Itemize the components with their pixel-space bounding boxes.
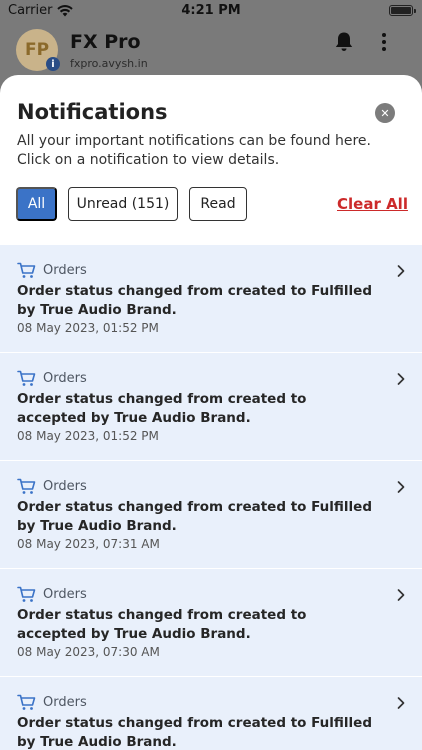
notification-title: Order status changed from created to Ful… bbox=[17, 715, 372, 750]
app-title: FX Pro bbox=[70, 31, 141, 53]
notification-item[interactable]: Orders Order status changed from created… bbox=[0, 353, 422, 461]
app-domain: fxpro.avysh.in bbox=[70, 57, 148, 70]
notification-list: Orders Order status changed from created… bbox=[0, 245, 422, 750]
battery-fill bbox=[391, 7, 411, 14]
notification-title: Order status changed from created to acc… bbox=[17, 391, 307, 426]
avatar[interactable]: FP i bbox=[16, 29, 60, 71]
cart-icon bbox=[17, 370, 36, 386]
notification-category: Orders bbox=[43, 479, 87, 494]
cart-icon bbox=[17, 262, 36, 278]
notification-timestamp: 08 May 2023, 07:31 AM bbox=[17, 537, 160, 551]
filter-unread-button[interactable]: Unread (151) bbox=[68, 187, 178, 221]
notification-timestamp: 08 May 2023, 01:52 PM bbox=[17, 321, 159, 335]
filter-read-button[interactable]: Read bbox=[189, 187, 247, 221]
clear-all-link[interactable]: Clear All bbox=[337, 195, 408, 213]
app-header: FP i FX Pro fxpro.avysh.in bbox=[0, 22, 422, 82]
notification-item[interactable]: Orders Order status changed from created… bbox=[0, 569, 422, 677]
bell-icon[interactable] bbox=[332, 30, 356, 54]
notification-item[interactable]: Orders Order status changed from created… bbox=[0, 677, 422, 750]
info-badge-icon: i bbox=[46, 57, 60, 71]
notification-title: Order status changed from created to Ful… bbox=[17, 283, 372, 318]
sheet-title: Notifications bbox=[17, 100, 168, 124]
notification-timestamp: 08 May 2023, 07:30 AM bbox=[17, 645, 160, 659]
notification-item[interactable]: Orders Order status changed from created… bbox=[0, 461, 422, 569]
notification-item[interactable]: Orders Order status changed from created… bbox=[0, 245, 422, 353]
notification-category: Orders bbox=[43, 695, 87, 710]
chevron-right-icon bbox=[397, 697, 405, 709]
notification-title: Order status changed from created to Ful… bbox=[17, 499, 372, 534]
kebab-menu-icon[interactable] bbox=[376, 30, 392, 54]
chevron-right-icon bbox=[397, 481, 405, 493]
cart-icon bbox=[17, 694, 36, 710]
chevron-right-icon bbox=[397, 589, 405, 601]
notification-category: Orders bbox=[43, 371, 87, 386]
close-icon: ✕ bbox=[380, 106, 390, 120]
notifications-sheet: Notifications ✕ All your important notif… bbox=[0, 75, 422, 750]
notification-category: Orders bbox=[43, 587, 87, 602]
clock: 4:21 PM bbox=[181, 3, 241, 18]
cart-icon bbox=[17, 586, 36, 602]
chevron-right-icon bbox=[397, 265, 405, 277]
close-button[interactable]: ✕ bbox=[375, 103, 395, 123]
notification-title: Order status changed from created to acc… bbox=[17, 607, 307, 642]
notification-category: Orders bbox=[43, 263, 87, 278]
notification-timestamp: 08 May 2023, 01:52 PM bbox=[17, 429, 159, 443]
cart-icon bbox=[17, 478, 36, 494]
avatar-initials: FP bbox=[24, 40, 50, 60]
sheet-subtitle: All your important notifications can be … bbox=[17, 133, 371, 168]
filter-all-button[interactable]: All bbox=[16, 187, 57, 221]
chevron-right-icon bbox=[397, 373, 405, 385]
battery-icon bbox=[389, 5, 416, 16]
status-bar: Carrier 4:21 PM bbox=[0, 0, 422, 22]
